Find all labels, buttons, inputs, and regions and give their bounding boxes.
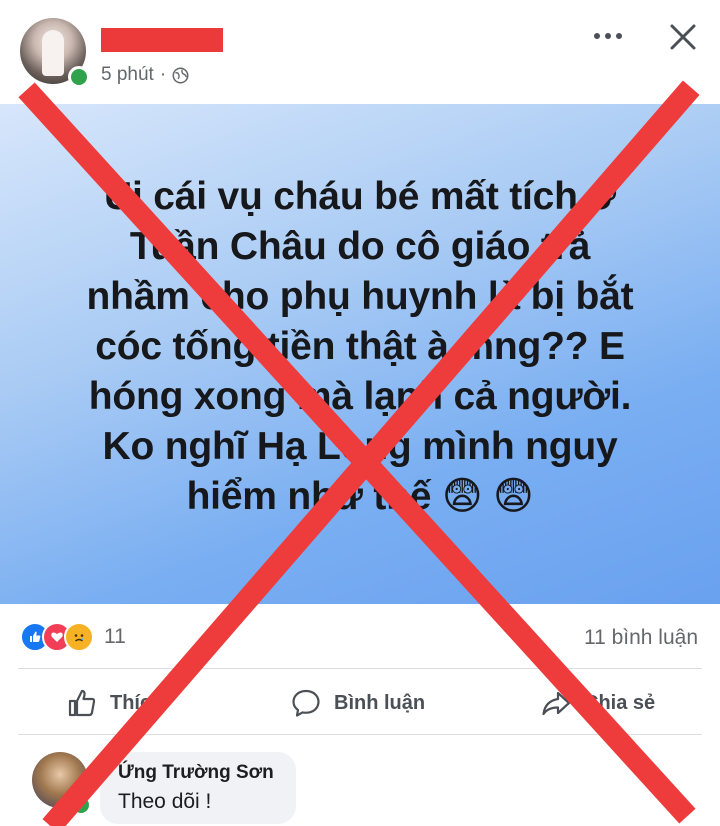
share-arrow-icon bbox=[542, 691, 571, 716]
divider-bottom bbox=[18, 734, 702, 735]
divider-top bbox=[18, 668, 702, 669]
thumbs-up-icon bbox=[68, 689, 96, 717]
comment-author[interactable]: Ứng Trường Sơn bbox=[118, 762, 274, 784]
author-name-redacted[interactable] bbox=[101, 28, 223, 52]
comment-count[interactable]: 11 bình luận bbox=[584, 626, 698, 650]
globe-icon[interactable] bbox=[172, 67, 189, 84]
comment-text: Theo dõi ! bbox=[118, 790, 212, 813]
like-button[interactable]: Thích bbox=[66, 675, 163, 731]
close-icon[interactable] bbox=[664, 18, 702, 56]
comment-bubble-icon bbox=[292, 689, 320, 717]
sad-icon bbox=[64, 622, 94, 652]
post-meta: 5 phút · bbox=[101, 64, 189, 86]
comment-bubble: Ứng Trường Sơn Theo dõi ! bbox=[100, 752, 296, 824]
share-button[interactable]: Chia sẻ bbox=[540, 675, 655, 731]
reactions-summary[interactable]: 11 bbox=[20, 622, 126, 652]
post-actions: Thích Bình luận Chia sẻ bbox=[0, 675, 720, 731]
comment-label: Bình luận bbox=[334, 691, 426, 714]
online-status-dot bbox=[68, 66, 90, 88]
share-label: Chia sẻ bbox=[584, 691, 656, 714]
reaction-count: 11 bbox=[104, 625, 126, 648]
more-options-icon[interactable] bbox=[594, 22, 628, 50]
like-label: Thích bbox=[110, 691, 164, 714]
post-time[interactable]: 5 phút bbox=[101, 64, 154, 86]
comment-button[interactable]: Bình luận bbox=[290, 675, 425, 731]
meta-separator: · bbox=[159, 64, 167, 85]
avatar-figure bbox=[42, 30, 64, 76]
post-text: Ui cái vụ cháu bé mất tích ở Tuần Châu d… bbox=[86, 175, 634, 518]
post-header: 5 phút · bbox=[0, 0, 720, 104]
commenter-online-dot bbox=[70, 794, 92, 816]
